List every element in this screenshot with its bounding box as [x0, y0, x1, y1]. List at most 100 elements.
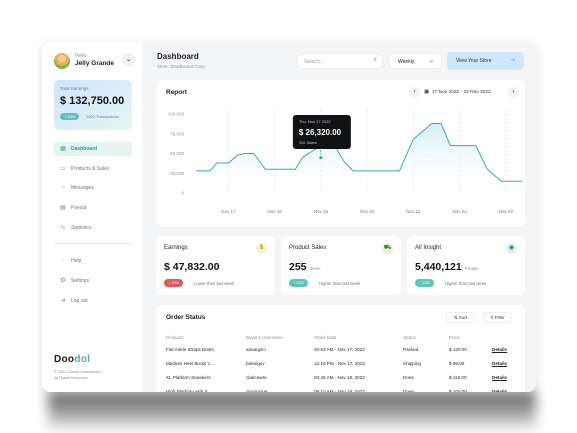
table-row: High Platform with S... dominique 09:10 … — [166, 384, 516, 393]
card-label: All Insight — [415, 245, 442, 251]
transactions-count: 1000 Transactions — [86, 114, 119, 119]
profile-header[interactable]: Hello Jelly Grande ⌄ — [54, 51, 135, 75]
sidebar-divider — [54, 243, 132, 244]
details-link[interactable]: Details — [492, 370, 516, 384]
product-cell: Medium Heel Boots 'L... — [166, 360, 215, 366]
card-value: 255 Items — [289, 261, 321, 273]
table-row: Flat Ankle Straps Boots amangsci 10:53 A… — [166, 342, 516, 356]
view-store-button[interactable]: View Your Store → — [447, 52, 524, 70]
buyer-cell: claricewre — [246, 374, 267, 380]
tooltip-date: Thu, Nov 17 2022 — [299, 119, 332, 124]
greeting: Hello — [75, 53, 87, 59]
price-cell: $ 115.00 — [449, 374, 467, 380]
search-box[interactable]: ⌕ — [297, 53, 383, 69]
help-icon: ◌ — [61, 258, 65, 264]
sort-button[interactable]: ⇅ Sort — [446, 312, 475, 323]
date-cell: 12:18 PM - Nov 17, 2022 — [314, 360, 366, 366]
sidebar-item-logout[interactable]: ⇥ Log out — [54, 294, 132, 308]
card-value: $ 47,832.00 — [164, 261, 220, 273]
change-badge: ↑ 10% — [415, 279, 435, 287]
status-cell: Packed — [403, 346, 419, 352]
price-cell: $ 99.00 — [449, 360, 465, 366]
column-header: Products — [166, 334, 184, 340]
period-select[interactable]: Weekly ⌄ — [389, 53, 442, 69]
report-chart: 100,000 75,000 50,000 25,000 0 Nov 17 Nov 18 No… — [168, 110, 522, 214]
card-sub: Higher than last week — [445, 281, 487, 286]
product-cell: Flat Ankle Straps Boots — [166, 346, 214, 352]
details-link[interactable]: Details — [492, 356, 516, 370]
arrow-right-icon: → — [509, 56, 516, 63]
sidebar-item-label: Payout — [71, 205, 87, 211]
background-shadow — [48, 392, 536, 432]
table-header-row: Products Buyer's Username Order Date Sta… — [166, 332, 516, 342]
tooltip-sub: 102 Sales — [299, 140, 317, 145]
sidebar-item-label: Messages — [71, 185, 94, 191]
chart-icon: ∿ — [60, 225, 66, 231]
chevron-down-icon: ⌄ — [428, 58, 434, 64]
area-fill — [196, 123, 522, 193]
sidebar-item-help[interactable]: ◌ Help — [54, 254, 132, 268]
all-insight-card: All Insight ◉ 5,440,121 People ↑ 10% High… — [407, 236, 525, 295]
date-cell: 03:46 AM - Nov 18, 2022 — [314, 374, 365, 380]
eye-icon: ◉ — [506, 243, 517, 254]
main-content: Dashboard Store: Stradivarius Corp ⌕ Wee… — [142, 42, 536, 392]
sidebar-item-statistics[interactable]: ∿ Statistics — [54, 221, 132, 235]
gear-icon: ⚙ — [60, 278, 66, 284]
search-input[interactable] — [304, 57, 364, 66]
sidebar-item-label: Log out — [71, 298, 88, 304]
page-title: Dashboard — [157, 52, 199, 61]
x-tick-label: Nov 21 — [406, 209, 421, 214]
x-tick-label: Nov 20 — [360, 209, 375, 214]
sidebar-item-label: Settings — [71, 278, 90, 284]
avatar — [54, 53, 70, 69]
details-link[interactable]: Details — [492, 384, 516, 393]
sidebar-item-label: Statistics — [71, 225, 92, 231]
card-value: 5,440,121 People — [415, 261, 479, 273]
search-icon[interactable]: ⌕ — [374, 57, 377, 64]
x-tick-label: Nov 17 — [221, 209, 236, 214]
sidebar-item-products-sales[interactable]: ▭ Products & Sales — [54, 162, 132, 176]
order-status-panel: Order Status ⇅ Sort ⚲ Filter Products Bu… — [156, 305, 525, 392]
details-link[interactable]: Details — [492, 342, 516, 356]
buyer-cell: dominique — [246, 388, 268, 393]
tooltip-value: $ 26,320.00 — [299, 128, 342, 137]
product-cell: High Platform with S... — [166, 388, 212, 393]
app-window: Hello Jelly Grande ⌄ Total Earnings $ 13… — [42, 42, 536, 392]
column-header — [492, 332, 516, 342]
orders-table: Products Buyer's Username Order Date Sta… — [166, 332, 516, 393]
filter-button[interactable]: ⚲ Filter — [483, 312, 512, 323]
sidebar-item-label: Products & Sales — [71, 166, 110, 172]
status-cell: Done — [403, 374, 414, 380]
store-name: Store: Stradivarius Corp — [157, 64, 206, 69]
sidebar: Hello Jelly Grande ⌄ Total Earnings $ 13… — [42, 42, 142, 392]
sidebar-item-label: Dashboard — [71, 146, 98, 152]
sidebar-item-payout[interactable]: ▤ Payout — [54, 201, 132, 215]
status-cell: Shipping — [403, 360, 421, 366]
box-icon: ▭ — [60, 166, 66, 172]
change-badge: ↓ 10% — [164, 279, 184, 287]
period-value: Weekly — [398, 59, 415, 65]
product-sales-card: Product Sales ⛟ 255 Items ↑ 10% Higher th… — [281, 236, 401, 295]
sidebar-item-settings[interactable]: ⚙ Settings — [54, 274, 132, 288]
user-name: Jelly Grande — [75, 60, 115, 67]
view-store-label: View Your Store — [456, 58, 492, 64]
sidebar-item-messages[interactable]: ○ Messages — [54, 181, 132, 195]
status-cell: Done — [403, 388, 414, 393]
total-earnings-value: $ 132,750.00 — [60, 95, 125, 107]
grid-icon: ▦ — [60, 146, 66, 152]
price-cell: $ 120.00 — [449, 346, 467, 352]
x-tick-label: Nov 18 — [267, 209, 282, 214]
total-earnings-label: Total Earnings — [60, 86, 89, 91]
x-tick-label: Nov 23 — [499, 209, 514, 214]
dollar-icon: $ — [256, 243, 267, 254]
data-point-highlight — [318, 155, 324, 160]
x-tick-label: Nov 22 — [452, 209, 467, 214]
card-label: Product Sales — [289, 245, 327, 251]
cart-icon: ⛟ — [382, 243, 393, 254]
y-tick-label: 75,000 — [170, 131, 184, 136]
chevron-down-icon[interactable]: ⌄ — [122, 53, 135, 66]
price-cell: $ 100.00 — [449, 388, 467, 393]
wallet-icon: ▤ — [60, 205, 66, 211]
card-sub: Lower than last week — [194, 281, 235, 286]
sidebar-item-dashboard[interactable]: ▦ Dashboard — [54, 142, 132, 156]
